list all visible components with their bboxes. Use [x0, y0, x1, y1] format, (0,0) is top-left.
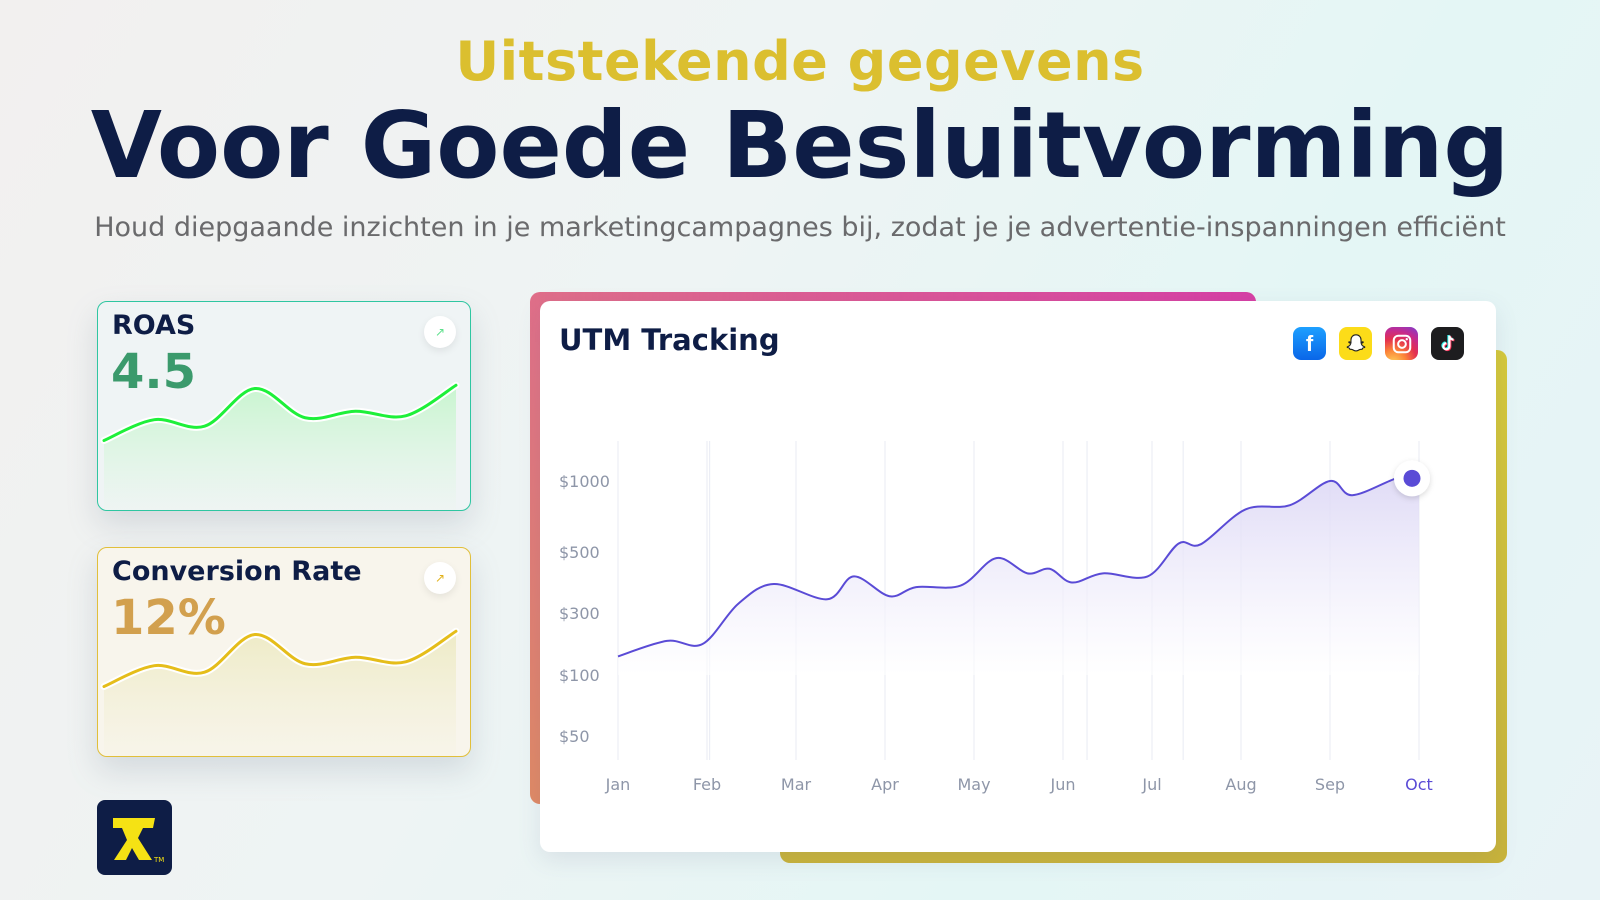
utm-title: UTM Tracking	[559, 323, 780, 357]
lead-text: Houd diepgaande inzichten in je marketin…	[94, 212, 1506, 243]
y-tick-label: $500	[559, 543, 600, 562]
x-tick-label: Feb	[693, 775, 721, 794]
x-tick-label: Aug	[1225, 775, 1256, 794]
current-point-marker[interactable]	[1403, 469, 1421, 487]
roas-title: ROAS	[112, 310, 196, 341]
page-title: Voor Goede Besluitvorming	[90, 92, 1510, 199]
y-tick-label: $100	[559, 666, 600, 685]
x-tick-label: Jun	[1050, 775, 1076, 794]
social-icons: f	[1293, 327, 1464, 360]
conversion-rate-title: Conversion Rate	[112, 556, 362, 587]
instagram-icon[interactable]	[1385, 327, 1418, 360]
x-tick-label: Jul	[1141, 775, 1161, 794]
utm-chart: $50 $100 $300 $500 $1000 Jan Feb Mar Apr May Jun Ju…	[559, 441, 1433, 794]
snapchat-icon[interactable]	[1339, 327, 1372, 360]
eyebrow-heading: Uitstekende gegevens	[455, 30, 1145, 93]
brand-logo: TM	[97, 800, 172, 875]
conversion-rate-card: Conversion Rate 12% ↗	[97, 547, 471, 757]
arrow-up-right-icon: ↗	[434, 571, 446, 585]
brand-logo-mark: TM	[112, 817, 164, 864]
arrow-up-right-icon: ↗	[434, 325, 446, 339]
roas-trend-button[interactable]: ↗	[424, 316, 456, 348]
y-tick-label: $50	[559, 727, 590, 746]
conversion-trend-button[interactable]: ↗	[424, 562, 456, 594]
utm-area-fill	[618, 475, 1419, 675]
x-tick-label: Oct	[1405, 775, 1433, 794]
x-tick-label: Sep	[1315, 775, 1345, 794]
facebook-icon[interactable]: f	[1293, 327, 1326, 360]
x-tick-label: Mar	[781, 775, 812, 794]
x-tick-label: Apr	[871, 775, 899, 794]
x-tick-label: Jan	[605, 775, 631, 794]
y-tick-label: $1000	[559, 472, 610, 491]
roas-card: ROAS 4.5 ↗	[97, 301, 471, 511]
utm-tracking-card: $50 $100 $300 $500 $1000 Jan Feb Mar Apr May Jun Ju…	[540, 301, 1496, 852]
x-tick-label: May	[957, 775, 990, 794]
svg-text:TM: TM	[153, 856, 164, 864]
roas-value: 4.5	[111, 344, 197, 400]
conversion-rate-value: 12%	[111, 590, 226, 646]
tiktok-icon[interactable]	[1431, 327, 1464, 360]
y-tick-label: $300	[559, 604, 600, 623]
